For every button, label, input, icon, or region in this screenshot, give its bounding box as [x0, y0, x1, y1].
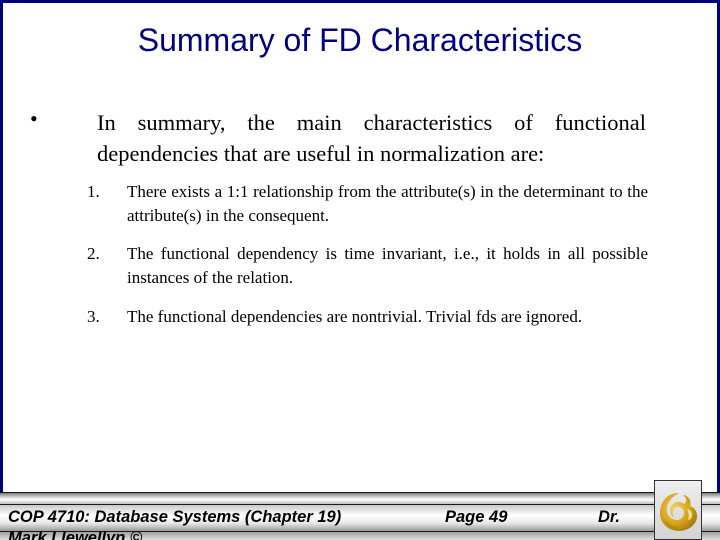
logo-box: [654, 480, 702, 540]
list-item-text: The functional dependencies are nontrivi…: [127, 307, 583, 326]
pegasus-logo-icon: [660, 493, 697, 531]
footer-dr: Dr.: [598, 508, 621, 526]
list-item-number: 3.: [87, 307, 100, 326]
list-item-number: 1.: [87, 182, 100, 201]
footer-course: COP 4710: Database Systems (Chapter 19): [8, 508, 342, 526]
slide: Summary of FD Characteristics • In summa…: [0, 0, 720, 540]
footer-page-number: Page 49: [445, 508, 508, 526]
list-item-text: There exists a 1:1 relationship from the…: [127, 182, 648, 225]
slide-title: Summary of FD Characteristics: [137, 22, 583, 58]
footer-author: Mark Llewellyn ©: [8, 529, 143, 540]
bullet-icon: •: [30, 106, 38, 131]
footer-band-top: [0, 492, 720, 505]
list-item-number: 2.: [87, 244, 100, 263]
intro-paragraph: In summary, the main characteristics of …: [97, 110, 646, 166]
slide-footer: COP 4710: Database Systems (Chapter 19) …: [0, 492, 720, 540]
list-item-text: The functional dependency is time invari…: [127, 244, 648, 287]
